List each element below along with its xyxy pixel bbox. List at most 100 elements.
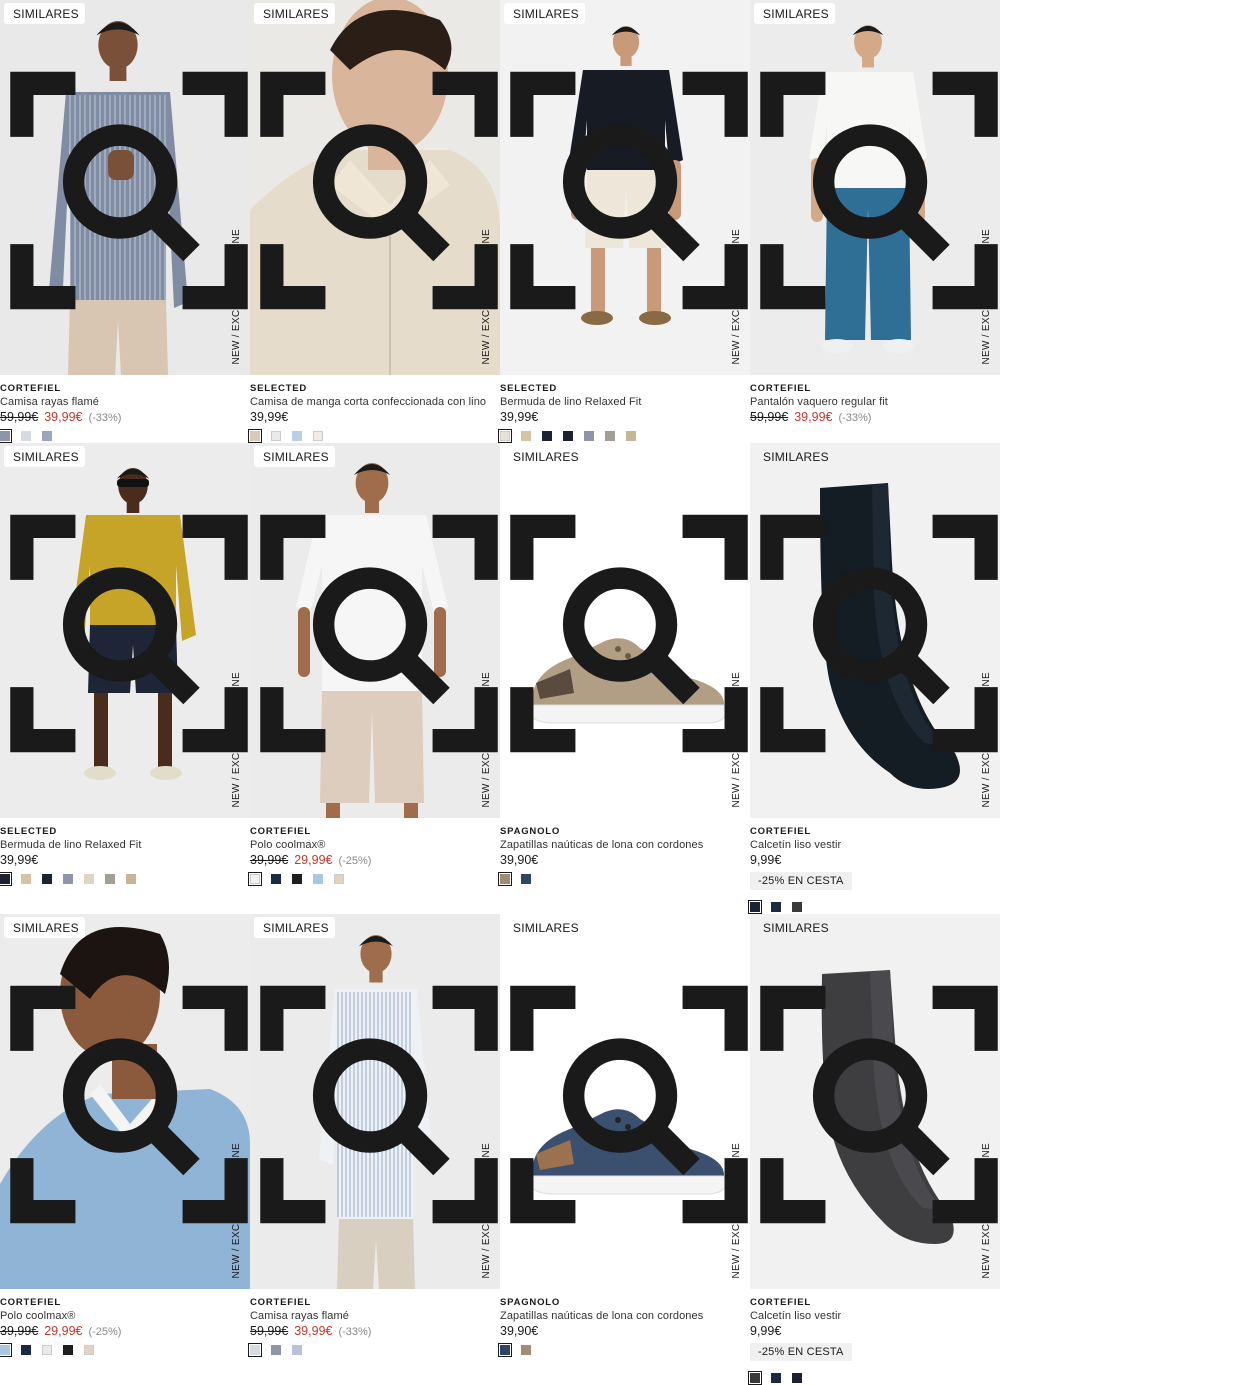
similar-button[interactable]: SIMILARES [754,917,998,1224]
color-swatch[interactable] [21,1345,31,1355]
color-swatch[interactable] [792,902,802,912]
color-swatch[interactable] [542,431,552,441]
product-brand: CORTEFIEL [250,826,312,837]
product-info: CORTEFIEL Pantalón vaquero regular fit 5… [750,383,1000,425]
color-swatch[interactable] [748,900,762,914]
product-image[interactable]: SIMILARES NEW / EXCLUSIVO ONLINE [250,443,500,818]
color-swatch[interactable] [521,1345,531,1355]
product-name[interactable]: Polo coolmax® [250,838,500,852]
similar-button[interactable]: SIMILARES [4,917,248,1224]
discount-badge: (-25%) [338,855,372,867]
color-swatch[interactable] [584,431,594,441]
color-swatch[interactable] [563,431,573,441]
color-swatch[interactable] [248,872,262,886]
product-image[interactable]: SIMILARES NEW / EXCLUSIVO ONLINE [500,0,750,375]
product-info: SPAGNOLO Zapatillas naúticas de lona con… [498,826,750,886]
color-swatch[interactable] [248,1343,262,1357]
color-swatch[interactable] [21,874,31,884]
product-image[interactable]: SIMILARES NEW / EXCLUSIVO ONLINE [500,443,750,818]
color-swatch[interactable] [42,431,52,441]
color-swatch[interactable] [521,431,531,441]
product-name[interactable]: Polo coolmax® [0,1309,250,1323]
product-name[interactable]: Bermuda de lino Relaxed Fit [500,395,750,409]
product-name[interactable]: Pantalón vaquero regular fit [750,395,1000,409]
product-image[interactable]: SIMILARES NEW / EXCLUSIVO ONLINE [250,0,500,375]
color-swatch[interactable] [292,874,302,884]
current-price: 39,99€ [294,1324,333,1338]
color-swatch[interactable] [292,431,302,441]
product-brand: SELECTED [500,383,558,394]
product-name[interactable]: Camisa rayas flamé [0,395,250,409]
color-swatch[interactable] [771,1373,781,1383]
color-swatch[interactable] [498,1343,512,1357]
color-swatch[interactable] [498,872,512,886]
color-swatch[interactable] [42,874,52,884]
product-image[interactable]: SIMILARES NEW / EXCLUSIVO ONLINE [750,0,1000,375]
product-name[interactable]: Camisa de manga corta confeccionada con … [250,395,500,409]
similar-button[interactable]: SIMILARES [754,446,998,753]
new-exclusive-tag: NEW / EXCLUSIVO ONLINE [231,672,242,808]
color-swatch[interactable] [605,431,615,441]
color-swatch[interactable] [63,874,73,884]
product-brand: CORTEFIEL [0,1297,62,1308]
color-swatch[interactable] [42,1345,52,1355]
color-swatch[interactable] [21,431,31,441]
similar-button[interactable]: SIMILARES [4,446,248,753]
current-price: 9,99€ [750,1324,782,1338]
color-swatch[interactable] [105,874,115,884]
color-swatch[interactable] [271,1345,281,1355]
similar-button[interactable]: SIMILARES [254,917,498,1224]
similar-button[interactable]: SIMILARES [504,917,748,1224]
color-swatch[interactable] [748,1371,762,1385]
product-brand: SELECTED [0,826,58,837]
price-row: 9,99€ [750,1323,1000,1339]
product-image[interactable]: SIMILARES NEW / EXCLUSIVO ONLINE [750,914,1000,1289]
color-swatch[interactable] [771,902,781,912]
original-price: 39,99€ [250,853,289,867]
color-swatches [0,872,250,886]
color-swatch[interactable] [126,874,136,884]
product-name[interactable]: Calcetín liso vestir [750,838,1000,852]
basket-promo-badge: -25% EN CESTA [750,872,852,890]
product-image[interactable]: SIMILARES NEW / EXCLUSIVO ONLINE [250,914,500,1289]
color-swatch[interactable] [271,431,281,441]
product-name[interactable]: Bermuda de lino Relaxed Fit [0,838,250,852]
color-swatch[interactable] [792,1373,802,1383]
product-name[interactable]: Zapatillas naúticas de lona con cordones [500,838,750,852]
product-brand: CORTEFIEL [0,383,62,394]
product-name[interactable]: Camisa rayas flamé [250,1309,500,1323]
product-image[interactable]: SIMILARES NEW / EXCLUSIVO ONLINE [750,443,1000,818]
similar-button[interactable]: SIMILARES [4,3,248,310]
color-swatch[interactable] [626,431,636,441]
color-swatch[interactable] [0,1343,12,1357]
product-name[interactable]: Calcetín liso vestir [750,1309,1000,1323]
new-exclusive-tag: NEW / EXCLUSIVO ONLINE [481,1143,492,1279]
price-row: 39,90€ [500,852,750,868]
similar-button[interactable]: SIMILARES [254,3,498,310]
color-swatch[interactable] [0,872,12,886]
product-name[interactable]: Zapatillas naúticas de lona con cordones [500,1309,750,1323]
similar-button[interactable]: SIMILARES [504,446,748,753]
color-swatch[interactable] [292,1345,302,1355]
product-brand: SELECTED [250,383,308,394]
color-swatch[interactable] [313,431,323,441]
color-swatch[interactable] [334,874,344,884]
product-image[interactable]: SIMILARES NEW / EXCLUSIVO ONLINE [0,914,250,1289]
product-image[interactable]: SIMILARES NEW / EXCLUSIVO ONLINE [0,443,250,818]
similar-button[interactable]: SIMILARES [504,3,748,310]
color-swatch[interactable] [84,874,94,884]
color-swatch[interactable] [0,429,12,443]
product-image[interactable]: SIMILARES NEW / EXCLUSIVO ONLINE [500,914,750,1289]
similar-button[interactable]: SIMILARES [254,446,498,753]
current-price: 9,99€ [750,853,782,867]
color-swatch[interactable] [521,874,531,884]
color-swatch[interactable] [63,1345,73,1355]
color-swatch[interactable] [84,1345,94,1355]
color-swatch[interactable] [313,874,323,884]
color-swatch[interactable] [271,874,281,884]
color-swatch[interactable] [498,429,512,443]
similar-button[interactable]: SIMILARES [754,3,998,310]
price-row: 39,99€ 29,99€ (-25%) [250,852,500,868]
product-image[interactable]: SIMILARES NEW / EXCLUSIVO ONLINE [0,0,250,375]
color-swatch[interactable] [248,429,262,443]
